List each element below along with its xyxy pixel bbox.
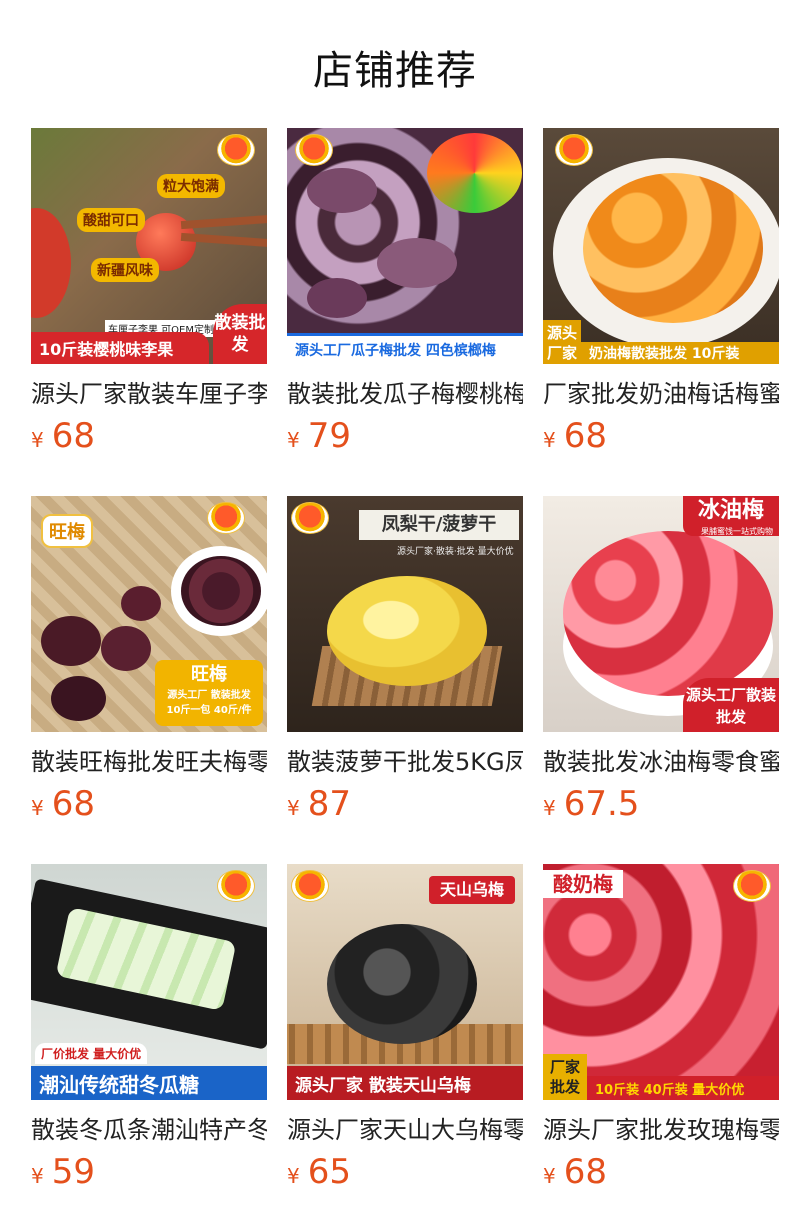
image-banner: 潮汕传统甜冬瓜糖 bbox=[31, 1066, 267, 1100]
product-image[interactable]: 源头厂家 奶油梅散装批发 10斤装 bbox=[543, 128, 779, 364]
product-price: ¥68 bbox=[31, 416, 95, 456]
product-name[interactable]: 源头厂家散装车厘子李果 bbox=[31, 378, 267, 410]
product-image[interactable]: 旺梅 旺梅 源头工厂 散装批发 10斤一包 40斤/件 bbox=[31, 496, 267, 732]
product-name[interactable]: 厂家批发奶油梅话梅蜜饯 bbox=[543, 378, 779, 410]
product-image[interactable]: 凤梨干/菠萝干 源头厂家·散装·批发·量大价优 bbox=[287, 496, 523, 732]
product-name[interactable]: 散装旺梅批发旺夫梅零食 bbox=[31, 746, 267, 778]
brand-logo-icon bbox=[291, 502, 329, 534]
image-tag: 厂价批发 量大价优 bbox=[35, 1043, 148, 1064]
image-banner: 奶油梅散装批发 10斤装 bbox=[581, 342, 779, 364]
brand-logo-icon bbox=[555, 134, 593, 166]
product-image[interactable]: 粒大饱满 酸甜可口 新疆风味 车厘子李果 可OEM定制 10斤装樱桃味李果 散装… bbox=[31, 128, 267, 364]
product-name[interactable]: 源头厂家批发玫瑰梅零食 bbox=[543, 1114, 779, 1146]
product-card[interactable]: 粒大饱满 酸甜可口 新疆风味 车厘子李果 可OEM定制 10斤装樱桃味李果 散装… bbox=[31, 128, 267, 462]
product-image[interactable]: 酸奶梅 厂家批发 10斤装 40斤装 量大价优 bbox=[543, 864, 779, 1100]
image-title: 天山乌梅 bbox=[429, 876, 515, 904]
image-corner-badge: 源头厂家 bbox=[543, 320, 581, 364]
product-price: ¥68 bbox=[31, 784, 95, 824]
product-card[interactable]: 酸奶梅 厂家批发 10斤装 40斤装 量大价优 源头厂家批发玫瑰梅零食 ¥68 bbox=[543, 864, 779, 1198]
brand-logo-icon bbox=[291, 870, 329, 902]
image-corner-badge: 源头工厂散装批发 bbox=[683, 678, 779, 732]
image-caption: 果脯蜜饯一站式购物 bbox=[701, 527, 773, 536]
product-card[interactable]: 天山乌梅 源头厂家 散装天山乌梅 源头厂家天山大乌梅零食 ¥65 bbox=[287, 864, 523, 1198]
product-card[interactable]: 厂价批发 量大价优 潮汕传统甜冬瓜糖 散装冬瓜条潮汕特产冬瓜糖 ¥59 bbox=[31, 864, 267, 1198]
product-price: ¥79 bbox=[287, 416, 351, 456]
image-info-box: 旺梅 源头工厂 散装批发 10斤一包 40斤/件 bbox=[155, 660, 263, 726]
image-tag: 旺梅 bbox=[41, 514, 93, 548]
image-banner: 10斤装 40斤装 量大价优 bbox=[587, 1076, 779, 1100]
product-price: ¥68 bbox=[543, 416, 607, 456]
image-tag: 酸甜可口 bbox=[77, 208, 145, 232]
product-card[interactable]: 旺梅 旺梅 源头工厂 散装批发 10斤一包 40斤/件 散装旺梅批发旺夫梅零食 … bbox=[31, 496, 267, 830]
brand-logo-icon bbox=[207, 502, 245, 534]
image-banner: 源头工厂瓜子梅批发 四色槟榔梅 bbox=[287, 333, 523, 364]
product-name[interactable]: 散装批发瓜子梅樱桃梅 bbox=[287, 378, 523, 410]
brand-logo-icon bbox=[295, 134, 333, 166]
image-banner: 10斤装樱桃味李果 bbox=[31, 332, 209, 364]
product-name[interactable]: 散装冬瓜条潮汕特产冬瓜糖 bbox=[31, 1114, 267, 1146]
product-price: ¥68 bbox=[543, 1152, 607, 1192]
product-image[interactable]: 源头工厂瓜子梅批发 四色槟榔梅 bbox=[287, 128, 523, 364]
brand-logo-icon bbox=[217, 134, 255, 166]
product-name[interactable]: 散装批发冰油梅零食蜜饯 bbox=[543, 746, 779, 778]
product-price: ¥59 bbox=[31, 1152, 95, 1192]
product-image[interactable]: 冰油梅 果脯蜜饯一站式购物 源头工厂散装批发 bbox=[543, 496, 779, 732]
product-image[interactable]: 厂价批发 量大价优 潮汕传统甜冬瓜糖 bbox=[31, 864, 267, 1100]
product-card[interactable]: 源头厂家 奶油梅散装批发 10斤装 厂家批发奶油梅话梅蜜饯 ¥68 bbox=[543, 128, 779, 462]
image-tag: 新疆风味 bbox=[91, 258, 159, 282]
product-card[interactable]: 源头工厂瓜子梅批发 四色槟榔梅 散装批发瓜子梅樱桃梅 ¥79 bbox=[287, 128, 523, 462]
product-name[interactable]: 散装菠萝干批发5KG凤梨干 bbox=[287, 746, 523, 778]
image-title: 酸奶梅 bbox=[543, 870, 623, 898]
page-title: 店铺推荐 bbox=[313, 48, 477, 94]
product-card[interactable]: 凤梨干/菠萝干 源头厂家·散装·批发·量大价优 散装菠萝干批发5KG凤梨干 ¥8… bbox=[287, 496, 523, 830]
image-banner: 源头厂家 散装天山乌梅 bbox=[287, 1066, 523, 1100]
image-caption: 源头厂家·散装·批发·量大价优 bbox=[397, 547, 514, 557]
brand-logo-icon bbox=[733, 870, 771, 902]
product-card[interactable]: 冰油梅 果脯蜜饯一站式购物 源头工厂散装批发 散装批发冰油梅零食蜜饯 ¥67.5 bbox=[543, 496, 779, 830]
brand-logo-icon bbox=[217, 870, 255, 902]
product-image[interactable]: 天山乌梅 源头厂家 散装天山乌梅 bbox=[287, 864, 523, 1100]
product-price: ¥67.5 bbox=[543, 784, 640, 824]
product-price: ¥65 bbox=[287, 1152, 351, 1192]
product-name[interactable]: 源头厂家天山大乌梅零食 bbox=[287, 1114, 523, 1146]
product-price: ¥87 bbox=[287, 784, 351, 824]
image-corner-badge: 散装批发 bbox=[213, 304, 267, 364]
image-title: 凤梨干/菠萝干 bbox=[359, 510, 519, 540]
image-tag: 粒大饱满 bbox=[157, 174, 225, 198]
image-corner-badge: 厂家批发 bbox=[543, 1054, 587, 1100]
